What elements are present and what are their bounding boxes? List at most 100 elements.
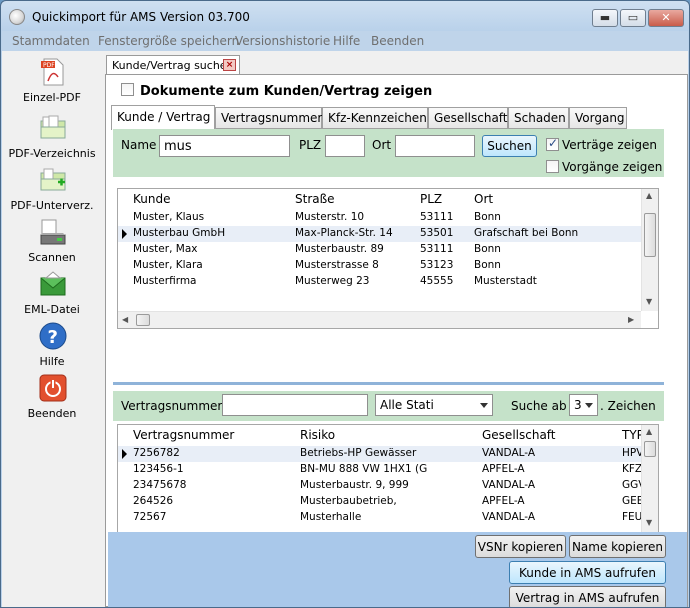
scroll-up-icon[interactable]: ▲ <box>646 191 652 200</box>
plz-input[interactable] <box>325 135 365 157</box>
cell-gesellschaft: VANDAL-A <box>482 511 536 523</box>
cell-vertragsnummer: 123456-1 <box>133 463 184 475</box>
cell-vertragsnummer: 72567 <box>133 511 167 523</box>
cell-ort: Musterstadt <box>474 275 537 287</box>
cell-typ: KFZ <box>622 463 643 475</box>
column-gesellschaft: Gesellschaft <box>482 428 556 442</box>
copy-name-button[interactable]: Name kopieren <box>569 535 666 558</box>
tab-schaden[interactable]: Schaden <box>508 107 569 129</box>
sidebar: PDF Einzel-PDF PDF-Verzeichnis PDF-Unter… <box>2 51 102 607</box>
cell-plz: 45555 <box>420 275 454 287</box>
cell-risiko: Musterbaustr. 9, 999 <box>300 479 409 491</box>
sidebar-item-pdf-verzeichnis[interactable]: PDF-Verzeichnis <box>2 113 102 163</box>
sidebar-item-scannen[interactable]: Scannen <box>2 217 102 267</box>
scroll-thumb[interactable] <box>644 441 656 457</box>
show-documents-label: Dokumente zum Kunden/Vertrag zeigen <box>140 84 433 99</box>
tab-gesellschaft[interactable]: Gesellschaft <box>428 107 508 129</box>
copy-vsnr-button[interactable]: VSNr kopieren <box>475 535 566 558</box>
table-row[interactable]: 264526 Musterbaubetrieb, APFEL-A GEB <box>118 494 658 510</box>
vertical-scrollbar[interactable]: ▲ ▼ <box>641 425 658 532</box>
table-row[interactable]: Musterbau GmbH Max-Planck-Str. 14 53501 … <box>118 226 658 242</box>
table-row[interactable]: Muster, Max Musterbaustr. 89 53111 Bonn <box>118 242 658 258</box>
ort-input[interactable] <box>395 135 475 157</box>
scroll-thumb[interactable] <box>644 213 656 257</box>
sidebar-item-pdf-unterverz[interactable]: PDF-Unterverz. <box>2 165 102 215</box>
tab-kunde-vertrag[interactable]: Kunde / Vertrag <box>111 105 215 130</box>
sidebar-item-beenden[interactable]: Beenden <box>2 373 102 423</box>
doc-tab-label: Kunde/Vertrag suchen <box>112 59 234 72</box>
search-from-select[interactable]: 3 <box>569 394 598 416</box>
tab-vertragsnummer[interactable]: Vertragsnummer <box>215 107 322 129</box>
scroll-left-icon[interactable]: ◀ <box>122 315 128 324</box>
table-row[interactable]: Musterfirma Musterweg 23 45555 Mustersta… <box>118 274 658 290</box>
app-window: Quickimport für AMS Version 03.700 ▬ ▭ ✕… <box>0 0 690 608</box>
scroll-down-icon[interactable]: ▼ <box>646 518 652 527</box>
show-contracts-label: Verträge zeigen <box>562 138 658 152</box>
contract-number-input[interactable] <box>222 394 368 416</box>
maximize-button[interactable]: ▭ <box>620 9 646 27</box>
cell-ort: Bonn <box>474 243 501 255</box>
cell-ort: Bonn <box>474 211 501 223</box>
minimize-button[interactable]: ▬ <box>592 9 618 27</box>
sidebar-item-hilfe[interactable]: ? Hilfe <box>2 321 102 371</box>
table-row[interactable]: 72567 Musterhalle VANDAL-A FEU <box>118 510 658 526</box>
cell-risiko: Musterhalle <box>300 511 362 523</box>
show-documents-checkbox[interactable] <box>121 83 134 96</box>
search-panel: Dokumente zum Kunden/Vertrag zeigen Kund… <box>105 74 688 607</box>
table-row[interactable]: 7256782 Betriebs-HP Gewässer VANDAL-A HP… <box>118 446 658 462</box>
scroll-thumb[interactable] <box>136 314 150 326</box>
search-button[interactable]: Suchen <box>482 135 537 157</box>
tab-kfz-kennzeichen[interactable]: Kfz-Kennzeichen <box>322 107 428 129</box>
tab-kunde-vertrag-suchen[interactable]: Kunde/Vertrag suchen × <box>106 55 240 75</box>
vertical-scrollbar[interactable]: ▲ ▼ <box>641 189 658 311</box>
sidebar-item-eml-datei[interactable]: EML-Datei <box>2 269 102 319</box>
cell-strasse: Musterstr. 10 <box>295 211 365 223</box>
contract-filter: Vertragsnummer Alle Stati Suche ab 3 . Z… <box>113 391 664 421</box>
menu-versionshistorie[interactable]: Versionshistorie <box>235 34 330 48</box>
cell-plz: 53501 <box>420 227 454 239</box>
table-row[interactable]: Muster, Klaus Musterstr. 10 53111 Bonn <box>118 210 658 226</box>
cell-kunde: Musterbau GmbH <box>133 227 226 239</box>
title-bar: Quickimport für AMS Version 03.700 ▬ ▭ ✕ <box>1 1 689 31</box>
tab-vorgang[interactable]: Vorgang <box>569 107 627 129</box>
sidebar-item-label: PDF-Verzeichnis <box>8 147 96 160</box>
sidebar-item-einzel-pdf[interactable]: PDF Einzel-PDF <box>2 57 102 107</box>
menu-hilfe[interactable]: Hilfe <box>333 34 360 48</box>
plz-label: PLZ <box>299 138 322 152</box>
menu-stammdaten[interactable]: Stammdaten <box>12 34 90 48</box>
table-row[interactable]: 23475678 Musterbaustr. 9, 999 VANDAL-A G… <box>118 478 658 494</box>
scroll-up-icon[interactable]: ▲ <box>646 427 652 436</box>
row-selector-icon <box>122 229 127 239</box>
status-select[interactable]: Alle Stati <box>375 394 493 416</box>
window-title: Quickimport für AMS Version 03.700 <box>32 10 250 24</box>
show-processes-checkbox[interactable] <box>546 160 559 173</box>
open-customer-button[interactable]: Kunde in AMS aufrufen <box>509 561 666 584</box>
scroll-down-icon[interactable]: ▼ <box>646 297 652 306</box>
search-from-label: Suche ab <box>511 399 567 413</box>
scroll-right-icon[interactable]: ▶ <box>628 315 634 324</box>
open-contract-button[interactable]: Vertrag in AMS aufrufen <box>509 586 666 607</box>
table-row[interactable]: Muster, Klara Musterstrasse 8 53123 Bonn <box>118 258 658 274</box>
cell-plz: 53111 <box>420 211 454 223</box>
horizontal-scrollbar[interactable]: ◀ ▶ <box>118 311 641 328</box>
column-vertragsnummer: Vertragsnummer <box>133 428 235 442</box>
menu-fenstergroesse[interactable]: Fenstergröße speichern <box>98 34 239 48</box>
column-ort: Ort <box>474 192 494 206</box>
svg-text:?: ? <box>48 327 58 348</box>
name-input[interactable] <box>159 135 290 157</box>
sidebar-item-label: EML-Datei <box>24 303 80 316</box>
menu-beenden[interactable]: Beenden <box>371 34 424 48</box>
sidebar-item-label: Scannen <box>28 251 76 264</box>
cell-vertragsnummer: 23475678 <box>133 479 187 491</box>
chars-label: . Zeichen <box>600 399 656 413</box>
cell-strasse: Max-Planck-Str. 14 <box>295 227 393 239</box>
cell-risiko: Betriebs-HP Gewässer <box>300 447 417 459</box>
sidebar-item-label: Beenden <box>27 407 77 420</box>
folder-icon <box>40 115 66 139</box>
show-contracts-checkbox[interactable] <box>546 136 559 151</box>
table-row[interactable]: 123456-1 BN-MU 888 VW 1HX1 (G APFEL-A KF… <box>118 462 658 478</box>
close-button[interactable]: ✕ <box>648 9 684 27</box>
cell-risiko: Musterbaubetrieb, <box>300 495 397 507</box>
close-tab-icon[interactable]: × <box>223 59 236 71</box>
cell-ort: Grafschaft bei Bonn <box>474 227 579 239</box>
